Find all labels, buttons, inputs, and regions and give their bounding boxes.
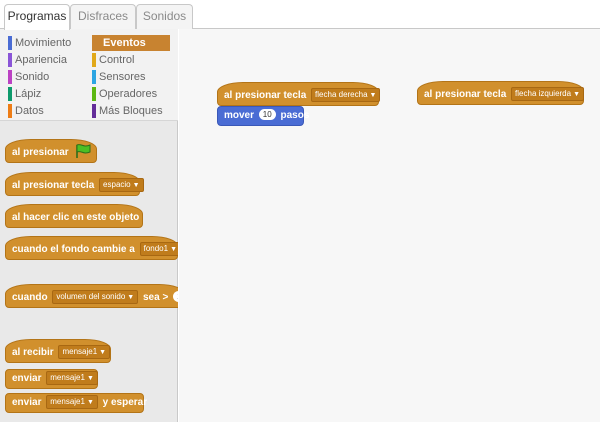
dropdown-arrow-icon: ▼ — [127, 294, 135, 301]
message-dropdown-value: mensaje1 — [62, 347, 98, 356]
block-label: pasos — [280, 110, 310, 121]
category-sensores[interactable]: Sensores — [88, 69, 170, 85]
script-when-key-pressed-right[interactable]: al presionar tecla flecha derecha ▼ — [217, 82, 381, 106]
key-dropdown[interactable]: flecha izquierda ▼ — [511, 87, 585, 101]
block-broadcast-and-wait[interactable]: enviar mensaje1 ▼ y esperar — [5, 393, 148, 413]
green-flag-icon — [76, 144, 91, 158]
category-label: Sonido — [15, 71, 50, 83]
block-label: al presionar — [12, 147, 69, 158]
block-label: al hacer clic en este objeto — [12, 212, 140, 223]
dropdown-arrow-icon: ▼ — [132, 182, 140, 189]
category-color-swatch — [8, 70, 12, 84]
category-label: Control — [99, 54, 135, 66]
block-label: mover — [224, 110, 255, 121]
category-control[interactable]: Control — [88, 52, 170, 68]
block-broadcast[interactable]: enviar mensaje1 ▼ — [5, 369, 98, 389]
category-color-swatch — [92, 70, 96, 84]
script-when-key-pressed-left[interactable]: al presionar tecla flecha izquierda ▼ — [417, 81, 585, 105]
tab-disfraces[interactable]: Disfraces — [70, 4, 136, 29]
category-label: Eventos — [103, 37, 146, 49]
block-label: al presionar tecla — [224, 90, 307, 101]
palette-blocks: al presionar al presionar tecla espacio ▼… — [0, 122, 178, 422]
key-dropdown-value: espacio — [103, 180, 131, 189]
backdrop-dropdown[interactable]: fondo1 ▼ — [139, 242, 178, 256]
category-movimiento[interactable]: Movimiento — [4, 35, 86, 51]
key-dropdown-value: flecha izquierda — [515, 89, 572, 98]
scripts-area[interactable]: al presionar tecla flecha derecha ▼ mover… — [179, 29, 600, 422]
dropdown-arrow-icon: ▼ — [170, 246, 177, 253]
threshold-input[interactable]: 10 — [173, 291, 178, 302]
category-label: Más Bloques — [99, 105, 163, 117]
category-mas-bloques[interactable]: Más Bloques — [88, 103, 170, 119]
message-dropdown-value: mensaje1 — [50, 373, 85, 382]
message-dropdown-value: mensaje1 — [50, 397, 85, 406]
category-color-swatch — [8, 87, 12, 101]
key-dropdown-value: flecha derecha — [315, 90, 368, 99]
category-color-swatch — [92, 104, 96, 118]
category-label: Movimiento — [15, 37, 72, 49]
block-label: al recibir — [12, 347, 54, 358]
category-operadores[interactable]: Operadores — [88, 86, 170, 102]
dropdown-arrow-icon: ▼ — [86, 375, 94, 382]
category-label: Apariencia — [15, 54, 67, 66]
category-eventos[interactable]: Eventos — [92, 35, 170, 51]
block-when-key-pressed[interactable]: al presionar tecla espacio ▼ — [5, 172, 144, 196]
category-color-swatch — [92, 53, 96, 67]
block-label: y esperar — [102, 397, 148, 408]
sensor-dropdown[interactable]: volumen del sonido ▼ — [52, 290, 139, 304]
tab-sonidos[interactable]: Sonidos — [136, 4, 193, 29]
block-label: enviar — [12, 397, 42, 408]
category-sonido[interactable]: Sonido — [4, 69, 86, 85]
block-when-i-receive[interactable]: al recibir mensaje1 ▼ — [5, 339, 111, 363]
dropdown-arrow-icon: ▼ — [86, 399, 94, 406]
message-dropdown[interactable]: mensaje1 ▼ — [58, 345, 111, 359]
category-label: Lápiz — [15, 88, 42, 100]
block-label: cuando el fondo cambie a — [12, 244, 135, 255]
category-datos[interactable]: Datos — [4, 103, 86, 119]
block-label: sea > — [143, 292, 169, 303]
category-label: Operadores — [99, 88, 158, 100]
block-label: al presionar tecla — [12, 180, 95, 191]
category-lapiz[interactable]: Lápiz — [4, 86, 86, 102]
dropdown-arrow-icon: ▼ — [369, 92, 377, 99]
tab-programas[interactable]: Programas — [4, 4, 70, 30]
category-color-swatch — [8, 36, 12, 50]
backdrop-dropdown-value: fondo1 — [143, 244, 169, 253]
key-dropdown[interactable]: flecha derecha ▼ — [311, 88, 381, 102]
sensor-dropdown-value: volumen del sonido — [56, 292, 126, 301]
steps-input[interactable]: 10 — [258, 109, 276, 120]
block-label: enviar — [12, 373, 42, 384]
block-when-sprite-clicked[interactable]: al hacer clic en este objeto — [5, 204, 143, 228]
category-color-swatch — [92, 87, 96, 101]
message-dropdown[interactable]: mensaje1 ▼ — [46, 395, 98, 409]
block-label: al presionar tecla — [424, 89, 507, 100]
dropdown-arrow-icon: ▼ — [573, 91, 581, 98]
block-when-sensor-greater[interactable]: cuando volumen del sonido▼ sea > 10 — [5, 284, 178, 308]
key-dropdown[interactable]: espacio ▼ — [99, 178, 144, 192]
category-color-swatch — [8, 53, 12, 67]
tab-bar: Programas Disfraces Sonidos — [0, 0, 600, 30]
dropdown-arrow-icon: ▼ — [99, 349, 107, 356]
category-list: Movimiento Eventos Apariencia Control So… — [0, 29, 178, 121]
block-when-flag-clicked[interactable]: al presionar — [5, 139, 97, 163]
category-color-swatch — [8, 104, 12, 118]
block-palette: Movimiento Eventos Apariencia Control So… — [0, 29, 178, 422]
block-label: cuando — [12, 292, 48, 303]
script-move-steps[interactable]: mover 10 pasos — [217, 106, 309, 126]
category-label: Sensores — [99, 71, 146, 83]
category-label: Datos — [15, 105, 44, 117]
category-apariencia[interactable]: Apariencia — [4, 52, 86, 68]
message-dropdown[interactable]: mensaje1 ▼ — [46, 371, 98, 385]
block-when-backdrop-switches[interactable]: cuando el fondo cambie a fondo1 ▼ — [5, 236, 178, 260]
